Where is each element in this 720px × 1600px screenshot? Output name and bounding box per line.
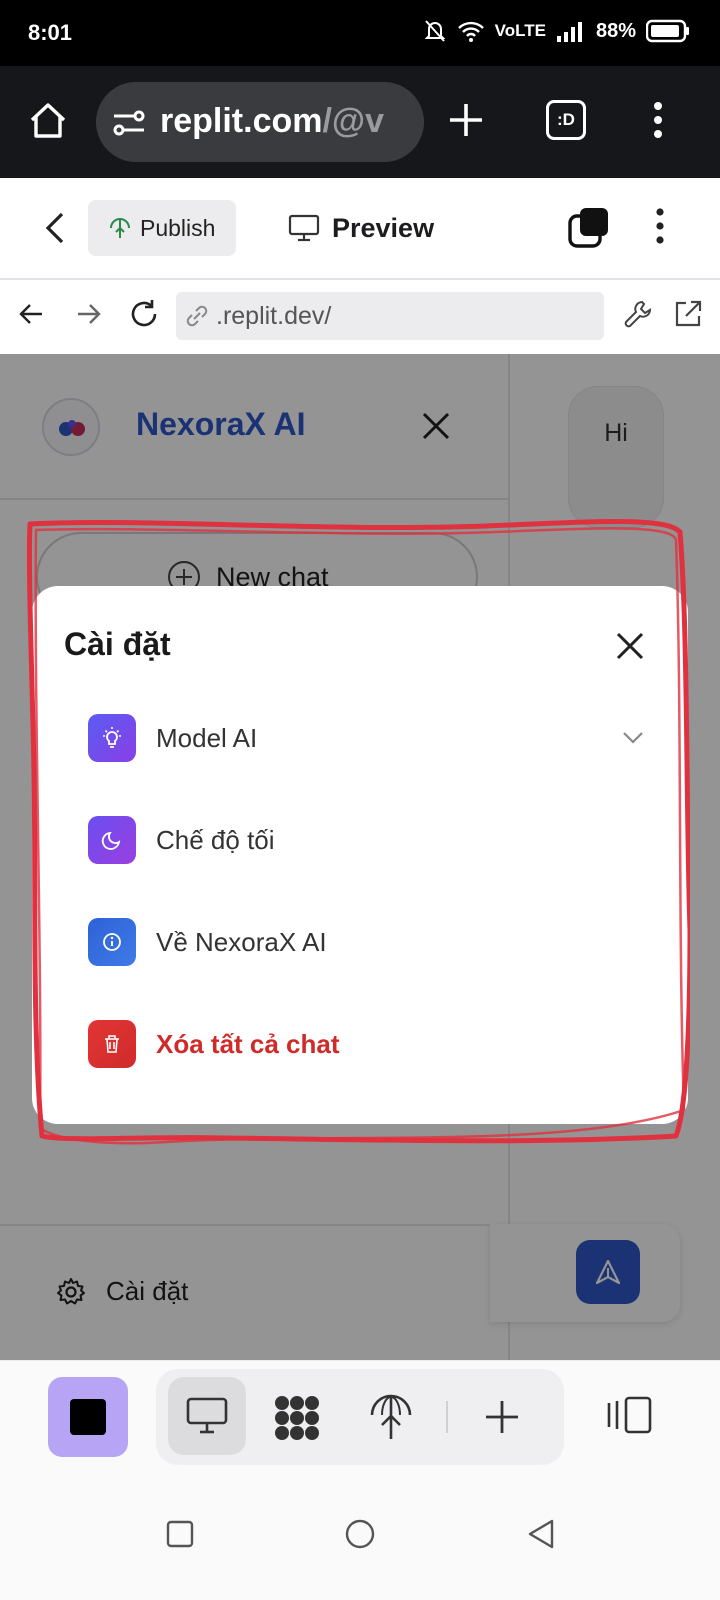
settings-modal: Cài đặt Model AI Chế độ tối Về NexoraX A…	[32, 586, 688, 1124]
replit-bottom-toolbar	[0, 1360, 720, 1480]
plus-icon[interactable]	[482, 1397, 522, 1437]
dark-mode-label: Chế độ tối	[156, 824, 275, 855]
recents-icon[interactable]	[166, 1520, 194, 1548]
link-icon	[186, 305, 208, 327]
stop-icon	[70, 1399, 106, 1435]
info-icon	[88, 918, 136, 966]
dark-mode-option[interactable]: Chế độ tối	[88, 812, 648, 868]
tab-switcher-label: :D	[557, 110, 575, 129]
about-option[interactable]: Về NexoraX AI	[88, 914, 648, 970]
external-link-icon[interactable]	[672, 298, 704, 330]
site-settings-icon[interactable]	[112, 108, 146, 138]
monitor-icon	[288, 214, 320, 242]
status-icons: VoLTE 88%	[423, 18, 690, 44]
more-vertical-icon[interactable]	[652, 100, 664, 140]
signal-icon	[556, 22, 582, 42]
webview-address-field[interactable]: .replit.dev/	[176, 292, 604, 340]
arrow-right-icon[interactable]	[74, 300, 102, 328]
tool-divider	[446, 1401, 448, 1433]
agent-icon[interactable]	[272, 1393, 322, 1443]
preview-tool-active[interactable]	[168, 1377, 246, 1455]
clear-chats-option[interactable]: Xóa tất cả chat	[88, 1016, 648, 1072]
system-nav-bar	[0, 1480, 720, 1600]
home-icon[interactable]	[26, 98, 70, 142]
back-chevron-icon[interactable]	[42, 208, 70, 248]
stop-button[interactable]	[48, 1377, 128, 1457]
clear-chats-label: Xóa tất cả chat	[156, 1028, 340, 1059]
publish-label: Publish	[140, 214, 216, 241]
layers-icon[interactable]	[568, 206, 610, 248]
url-domain: replit.com	[160, 102, 323, 140]
wifi-icon	[457, 21, 484, 42]
lightbulb-icon	[88, 714, 136, 762]
tab-switcher-button[interactable]: :D	[546, 100, 586, 140]
wrench-icon[interactable]	[622, 298, 654, 330]
close-modal-icon[interactable]	[612, 628, 648, 664]
monitor-icon	[186, 1397, 228, 1434]
battery-icon	[646, 19, 689, 43]
moon-icon	[88, 816, 136, 864]
publish-icon	[110, 218, 130, 238]
battery-percent: 88%	[595, 19, 636, 42]
webview-address: .replit.dev/	[216, 301, 332, 330]
publish-button[interactable]: Publish	[88, 200, 236, 256]
replit-header: Publish Preview	[0, 178, 720, 280]
mute-icon	[424, 20, 446, 42]
more-vertical-icon[interactable]	[654, 206, 666, 246]
status-time: 8:01	[28, 20, 73, 45]
url-path: /@v	[322, 102, 384, 140]
url-text: replit.com/@v	[160, 102, 384, 141]
model-ai-option[interactable]: Model AI	[88, 710, 648, 766]
chevron-down-icon[interactable]	[620, 724, 646, 750]
trash-icon	[88, 1020, 136, 1068]
webview-nav: .replit.dev/	[0, 280, 720, 354]
status-bar: 8:01 VoLTE 88%	[0, 0, 720, 66]
model-ai-label: Model AI	[156, 722, 258, 753]
home-circle-icon[interactable]	[344, 1518, 376, 1550]
new-tab-icon[interactable]	[446, 100, 486, 140]
arrow-left-icon[interactable]	[18, 300, 46, 328]
back-triangle-icon[interactable]	[526, 1518, 556, 1550]
network-label: VoLTE	[494, 21, 546, 40]
modal-title: Cài đặt	[64, 626, 171, 662]
tool-group	[156, 1369, 564, 1465]
publish-tool-icon[interactable]	[368, 1393, 414, 1441]
split-view-icon[interactable]	[606, 1395, 654, 1435]
preview-label: Preview	[332, 212, 435, 243]
about-label: Về NexoraX AI	[156, 926, 327, 957]
refresh-icon[interactable]	[128, 298, 160, 330]
browser-toolbar: replit.com/@v :D	[0, 66, 720, 178]
url-bar[interactable]: replit.com/@v	[96, 82, 424, 162]
app-viewport: NexoraX AI New chat Cài đặt Hi Cài đặt M…	[0, 354, 720, 1360]
preview-button[interactable]: Preview	[288, 200, 434, 256]
